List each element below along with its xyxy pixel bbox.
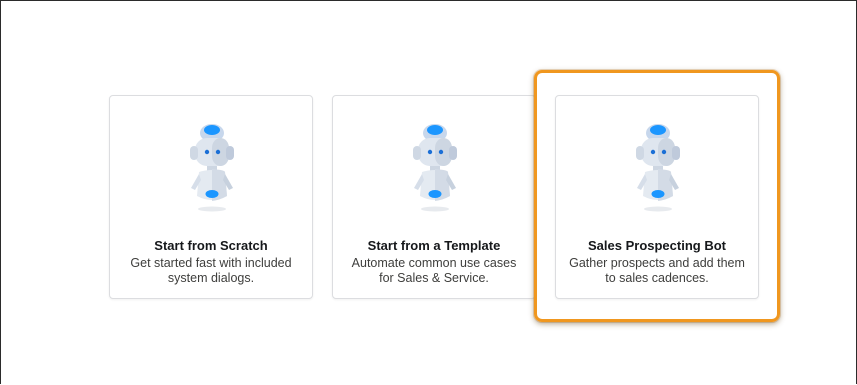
card-description: Automate common use cases for Sales & Se… [351,256,517,285]
card-sales-prospecting-bot[interactable]: Sales Prospecting Bot Gather prospects a… [555,95,759,299]
card-title: Start from Scratch [154,238,268,253]
card-start-from-template[interactable]: Start from a Template Automate common us… [332,95,536,299]
app-window: Start from Scratch Get started fast with… [0,0,857,384]
einstein-bot-icon [636,124,680,212]
einstein-bot-icon [413,124,457,212]
einstein-bot-icon [190,124,234,212]
card-title: Sales Prospecting Bot [588,238,726,253]
card-description: Gather prospects and add them to sales c… [569,256,745,285]
card-description: Get started fast with included system di… [130,256,292,285]
card-start-from-scratch[interactable]: Start from Scratch Get started fast with… [109,95,313,299]
card-title: Start from a Template [367,238,501,253]
